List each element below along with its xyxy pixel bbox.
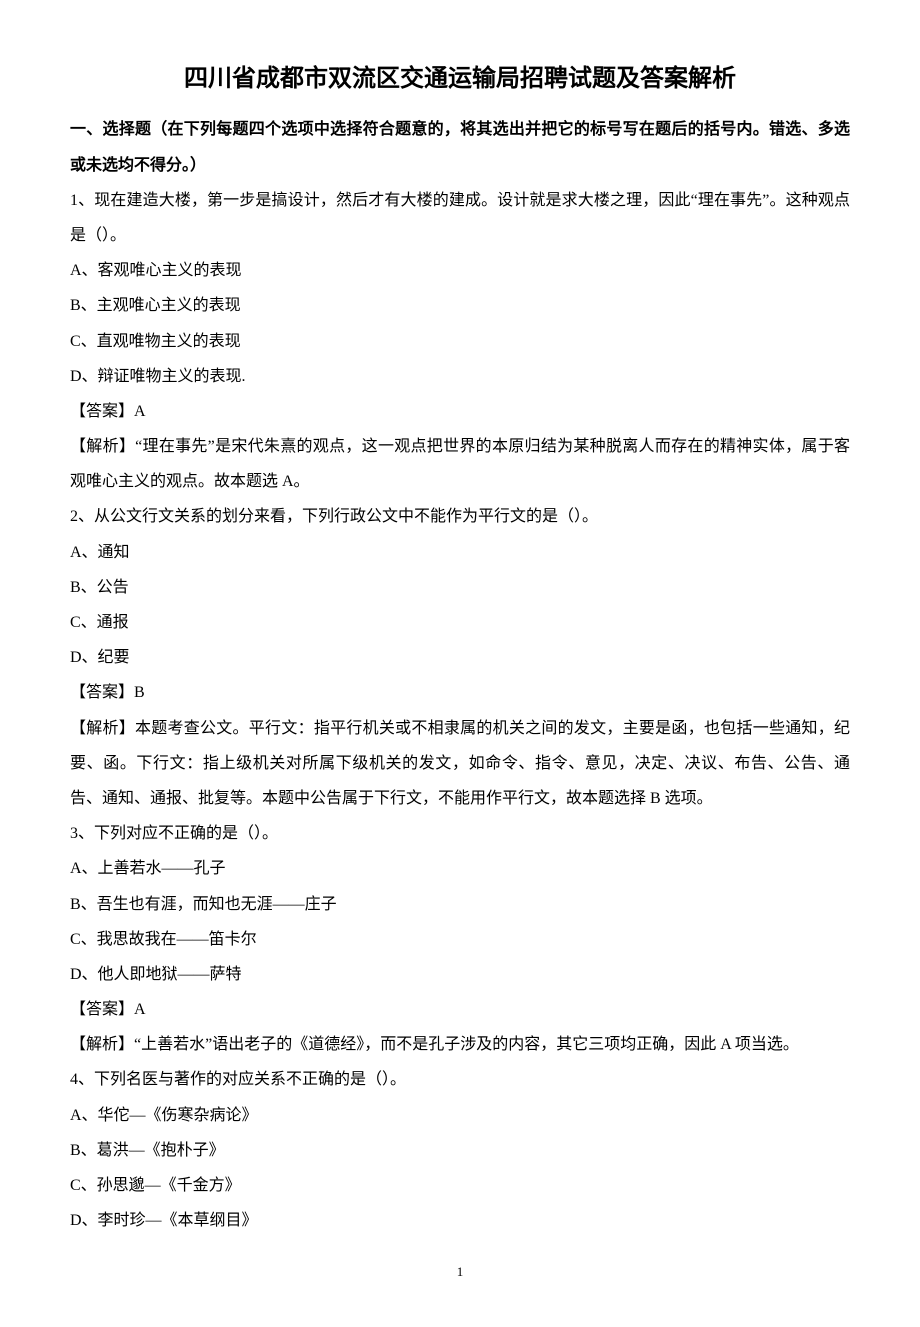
q1-option-d: D、辩证唯物主义的表现. <box>70 359 850 394</box>
q2-stem: 2、从公文行文关系的划分来看，下列行政公文中不能作为平行文的是（）。 <box>70 499 850 534</box>
q2-option-b: B、公告 <box>70 570 850 605</box>
q2-option-c: C、通报 <box>70 605 850 640</box>
q4-option-b: B、葛洪—《抱朴子》 <box>70 1133 850 1168</box>
q1-option-b: B、主观唯心主义的表现 <box>70 288 850 323</box>
q1-option-a: A、客观唯心主义的表现 <box>70 253 850 288</box>
q4-stem: 4、下列名医与著作的对应关系不正确的是（）。 <box>70 1062 850 1097</box>
section-heading: 一、选择题（在下列每题四个选项中选择符合题意的，将其选出并把它的标号写在题后的括… <box>70 112 850 182</box>
q2-explanation: 【解析】本题考查公文。平行文：指平行机关或不相隶属的机关之间的发文，主要是函，也… <box>70 711 850 817</box>
q4-option-c: C、孙思邈—《千金方》 <box>70 1168 850 1203</box>
page-number: 1 <box>70 1258 850 1287</box>
page-content: 四川省成都市双流区交通运输局招聘试题及答案解析 一、选择题（在下列每题四个选项中… <box>0 0 920 1327</box>
q1-option-c: C、直观唯物主义的表现 <box>70 324 850 359</box>
q1-stem: 1、现在建造大楼，第一步是搞设计，然后才有大楼的建成。设计就是求大楼之理，因此“… <box>70 183 850 253</box>
q3-option-d: D、他人即地狱——萨特 <box>70 957 850 992</box>
page-title: 四川省成都市双流区交通运输局招聘试题及答案解析 <box>70 60 850 98</box>
q1-answer: 【答案】A <box>70 394 850 429</box>
q2-option-a: A、通知 <box>70 535 850 570</box>
q3-stem: 3、下列对应不正确的是（）。 <box>70 816 850 851</box>
q2-option-d: D、纪要 <box>70 640 850 675</box>
q4-option-d: D、李时珍—《本草纲目》 <box>70 1203 850 1238</box>
q1-explanation: 【解析】“理在事先”是宋代朱熹的观点，这一观点把世界的本原归结为某种脱离人而存在… <box>70 429 850 499</box>
q3-option-b: B、吾生也有涯，而知也无涯——庄子 <box>70 887 850 922</box>
q3-explanation: 【解析】“上善若水”语出老子的《道德经》，而不是孔子涉及的内容，其它三项均正确，… <box>70 1027 850 1062</box>
section-heading-text: 一、选择题（在下列每题四个选项中选择符合题意的，将其选出并把它的标号写在题后的括… <box>70 121 850 173</box>
q3-option-c: C、我思故我在——笛卡尔 <box>70 922 850 957</box>
q4-option-a: A、华佗—《伤寒杂病论》 <box>70 1098 850 1133</box>
q2-answer: 【答案】B <box>70 675 850 710</box>
q3-answer: 【答案】A <box>70 992 850 1027</box>
q3-option-a: A、上善若水——孔子 <box>70 851 850 886</box>
